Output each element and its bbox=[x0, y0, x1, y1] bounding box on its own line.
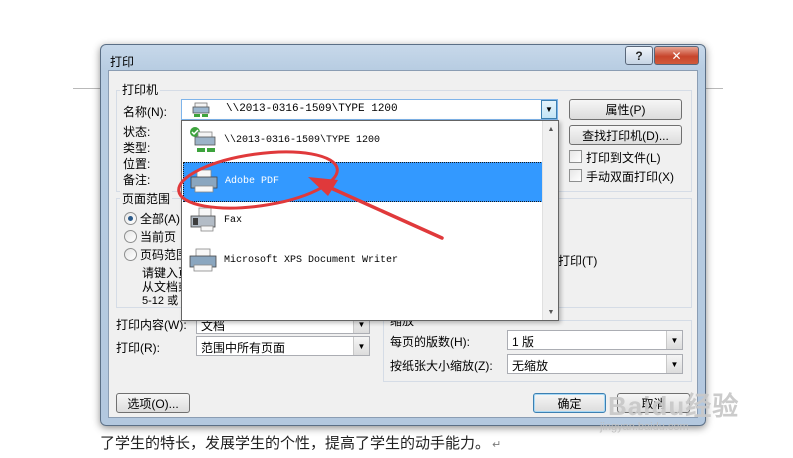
list-item-label: \\2013-0316-1509\TYPE 1200 bbox=[224, 135, 381, 146]
network-printer-icon bbox=[190, 127, 216, 152]
paragraph-mark: ↵ bbox=[492, 439, 502, 451]
where-label: 位置: bbox=[123, 157, 151, 171]
list-item[interactable]: Adobe PDF bbox=[183, 162, 543, 202]
chevron-down-icon[interactable]: ▼ bbox=[541, 100, 557, 119]
printer-icon bbox=[190, 169, 218, 193]
printer-icon bbox=[189, 248, 217, 272]
all-pages-radio[interactable] bbox=[124, 212, 137, 225]
manual-duplex-label: 手动双面打印(X) bbox=[586, 170, 674, 184]
list-item[interactable]: Fax bbox=[183, 202, 543, 242]
options-button[interactable]: 选项(O)... bbox=[116, 393, 190, 413]
close-button[interactable]: ✕ bbox=[654, 46, 699, 65]
current-page-label: 当前页 bbox=[140, 230, 177, 244]
all-pages-label: 全部(A) bbox=[140, 212, 180, 226]
find-printer-button[interactable]: 查找打印机(D)... bbox=[569, 125, 682, 145]
pages-per-sheet-value: 1 版 bbox=[512, 335, 535, 349]
list-item-label: Adobe PDF bbox=[225, 176, 280, 187]
manual-duplex-checkbox[interactable] bbox=[569, 169, 582, 182]
list-item[interactable]: Microsoft XPS Document Writer bbox=[183, 242, 543, 282]
print-combo[interactable]: 范围中所有页面 ▼ bbox=[196, 336, 370, 356]
network-printer-icon bbox=[192, 102, 210, 117]
print-to-file-label: 打印到文件(L) bbox=[586, 151, 661, 165]
watermark-url: jingyan.baidu.com bbox=[600, 421, 689, 433]
page-numbers-radio[interactable] bbox=[124, 248, 137, 261]
scale-to-paper-value: 无缩放 bbox=[512, 359, 549, 373]
scroll-down-icon[interactable]: ▼ bbox=[543, 304, 559, 320]
print-what-label: 打印内容(W): bbox=[116, 318, 187, 332]
printer-dropdown-list[interactable]: \\2013-0316-1509\TYPE 1200 Adobe PDF Fax… bbox=[181, 120, 559, 321]
scroll-up-icon[interactable]: ▲ bbox=[543, 121, 559, 137]
page-range-hint-3: 5-12 或 bbox=[142, 295, 179, 307]
printer-name-combo[interactable]: \\2013-0316-1509\TYPE 1200 ▼ bbox=[181, 99, 558, 120]
scale-to-paper-label: 按纸张大小缩放(Z): bbox=[390, 359, 493, 373]
print-to-file-checkbox[interactable] bbox=[569, 150, 582, 163]
chevron-down-icon[interactable]: ▼ bbox=[353, 337, 369, 355]
chevron-down-icon[interactable]: ▼ bbox=[666, 331, 682, 349]
list-item[interactable]: \\2013-0316-1509\TYPE 1200 bbox=[183, 122, 543, 162]
name-label: 名称(N): bbox=[123, 105, 167, 119]
current-page-radio[interactable] bbox=[124, 230, 137, 243]
help-button[interactable]: ? bbox=[625, 46, 653, 65]
dialog-title: 打印 bbox=[110, 55, 135, 69]
pages-per-sheet-combo[interactable]: 1 版 ▼ bbox=[507, 330, 683, 350]
scale-to-paper-combo[interactable]: 无缩放 ▼ bbox=[507, 354, 683, 374]
print-label: 打印(R): bbox=[116, 341, 160, 355]
print-value: 范围中所有页面 bbox=[201, 341, 286, 355]
pages-per-sheet-label: 每页的版数(H): bbox=[390, 335, 470, 349]
collate-label: 打印(T) bbox=[558, 254, 598, 268]
baidu-watermark: Baidu经验 bbox=[608, 391, 740, 421]
list-item-label: Microsoft XPS Document Writer bbox=[224, 255, 399, 266]
dropdown-scrollbar[interactable]: ▲ ▼ bbox=[542, 121, 558, 320]
page-range-label: 页面范围 bbox=[120, 190, 173, 207]
properties-button[interactable]: 属性(P) bbox=[569, 99, 682, 120]
type-label: 类型: bbox=[123, 141, 151, 155]
comment-label: 备注: bbox=[123, 173, 151, 187]
chevron-down-icon[interactable]: ▼ bbox=[666, 355, 682, 373]
list-item-label: Fax bbox=[224, 215, 243, 226]
document-bottom-text: 了学生的特长，发展学生的个性，提高了学生的动手能力。 ↵ bbox=[100, 435, 502, 452]
printer-group-label: 打印机 bbox=[120, 81, 161, 98]
fax-icon bbox=[190, 207, 216, 232]
status-label: 状态: bbox=[123, 125, 151, 139]
ok-button[interactable]: 确定 bbox=[533, 393, 606, 413]
selected-printer-value: \\2013-0316-1509\TYPE 1200 bbox=[226, 103, 398, 115]
